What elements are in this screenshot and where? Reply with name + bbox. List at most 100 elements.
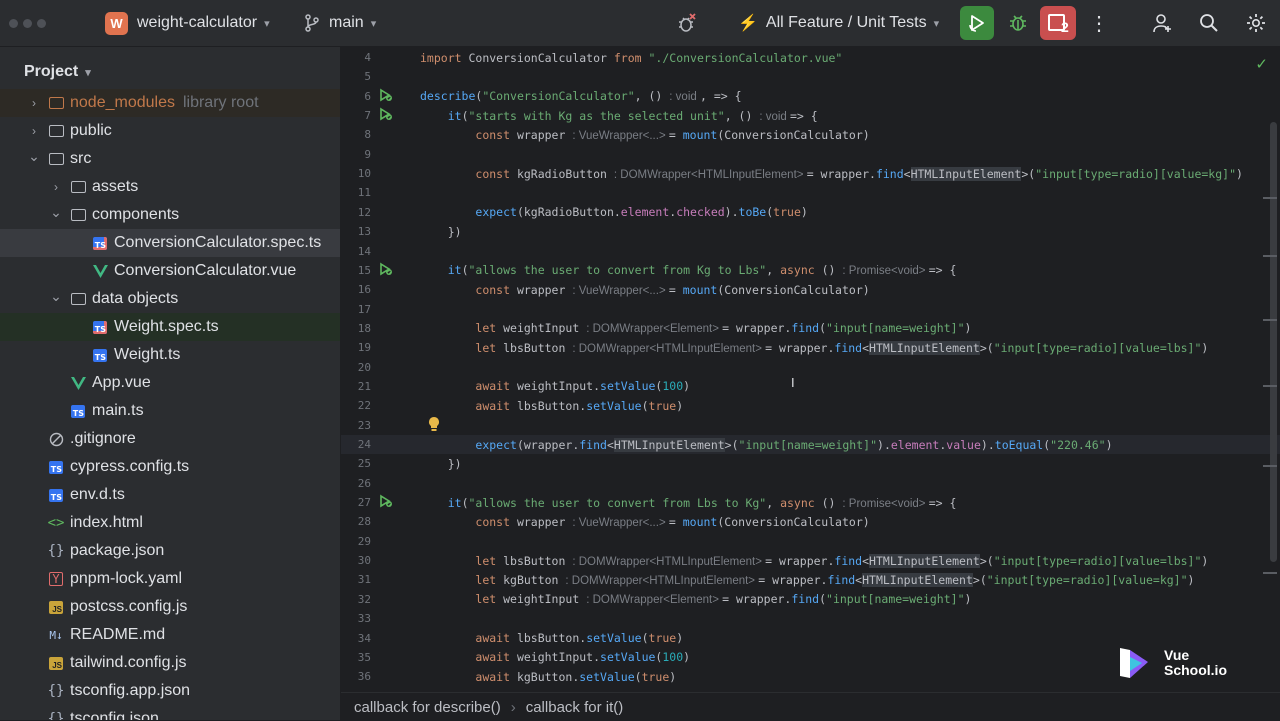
line-number[interactable]: 28 [341,515,371,528]
code-text[interactable]: const wrapper : VueWrapper<...> = mount(… [420,283,869,297]
line-number[interactable]: 12 [341,206,371,219]
add-user-icon[interactable] [1147,8,1177,38]
code-text[interactable]: describe("ConversionCalculator", () : vo… [420,89,742,103]
editor-scrollbar[interactable] [1270,122,1277,562]
code-text[interactable]: it("allows the user to convert from Lbs … [420,496,957,510]
tree-item[interactable]: Ypnpm-lock.yaml [0,565,340,593]
code-text[interactable]: await kgButton.setValue(true) [420,670,676,684]
tree-item[interactable]: › node_modules library root [0,89,340,117]
line-number[interactable]: 13 [341,225,371,238]
run-test-gutter-icon[interactable] [379,107,393,124]
line-number[interactable]: 26 [341,477,371,490]
line-number[interactable]: 18 [341,322,371,335]
tree-item[interactable]: TS Weight.ts [0,341,340,369]
line-number[interactable]: 31 [341,573,371,586]
run-button[interactable] [960,6,994,40]
run-configuration-selector[interactable]: ⚡ All Feature / Unit Tests ▾ [738,0,939,46]
tree-item[interactable]: JS postcss.config.js [0,593,340,621]
line-number[interactable]: 11 [341,186,371,199]
chevron-right-icon[interactable]: › [50,180,62,194]
project-selector[interactable]: W weight-calculator ▾ [105,0,270,46]
run-test-gutter-icon[interactable] [379,88,393,105]
line-number[interactable]: 17 [341,303,371,316]
line-number[interactable]: 35 [341,651,371,664]
tree-item[interactable]: TS env.d.ts [0,481,340,509]
code-editor[interactable]: 4 import ConversionCalculator from "./Con… [341,47,1280,692]
window-close-dot[interactable] [9,19,18,28]
settings-gear-icon[interactable] [1241,8,1271,38]
tree-item[interactable]: {} tsconfig.app.json [0,677,340,705]
line-number[interactable]: 34 [341,632,371,645]
debug-off-icon[interactable] [671,8,701,38]
problems-button[interactable]: 2 [1040,6,1076,40]
run-test-gutter-icon[interactable] [379,262,393,279]
line-number[interactable]: 33 [341,612,371,625]
window-zoom-dot[interactable] [37,19,46,28]
line-number[interactable]: 8 [341,128,371,141]
branch-selector[interactable]: main ▾ [304,0,376,46]
code-text[interactable]: let weightInput : DOMWrapper<Element> = … [420,321,971,335]
tree-item[interactable]: <> index.html [0,509,340,537]
tree-item[interactable]: › assets [0,173,340,201]
code-text[interactable]: await weightInput.setValue(100) [420,650,690,664]
code-text[interactable]: it("allows the user to convert from Kg t… [420,263,957,277]
code-text[interactable]: it("starts with Kg as the selected unit"… [420,109,818,123]
code-text[interactable]: }) [420,225,462,239]
tree-item[interactable]: TS main.ts [0,397,340,425]
line-number[interactable]: 21 [341,380,371,393]
line-number[interactable]: 30 [341,554,371,567]
chevron-right-icon[interactable]: › [28,96,40,110]
line-number[interactable]: 22 [341,399,371,412]
tree-item[interactable]: ⌄ components [0,201,340,229]
window-minimize-dot[interactable] [23,19,32,28]
chevron-down-icon[interactable]: ⌄ [28,148,40,165]
line-number[interactable]: 16 [341,283,371,296]
tree-item[interactable]: JS tailwind.config.js [0,649,340,677]
chevron-down-icon[interactable]: ⌄ [50,288,62,305]
tree-item[interactable]: › public [0,117,340,145]
breadcrumb-item-describe[interactable]: callback for describe() [354,699,501,716]
line-number[interactable]: 5 [341,70,371,83]
tree-item[interactable]: TS ConversionCalculator.spec.ts [0,229,340,257]
code-text[interactable]: await weightInput.setValue(100) [420,379,690,393]
line-number[interactable]: 29 [341,535,371,548]
chevron-down-icon[interactable]: ⌄ [50,204,62,221]
code-text[interactable]: let kgButton : DOMWrapper<HTMLInputEleme… [420,572,1194,587]
tree-item[interactable]: TS Weight.spec.ts [0,313,340,341]
line-number[interactable]: 36 [341,670,371,683]
line-number[interactable]: 32 [341,593,371,606]
code-text[interactable]: }) [420,457,462,471]
code-text[interactable]: import ConversionCalculator from "./Conv… [420,51,842,65]
code-text[interactable]: let lbsButton : DOMWrapper<HTMLInputElem… [420,553,1208,568]
line-number[interactable]: 15 [341,264,371,277]
tree-item[interactable]: ⌄ src [0,145,340,173]
tree-item[interactable]: ⌄ data objects [0,285,340,313]
debug-button[interactable] [1003,8,1033,38]
run-test-gutter-icon[interactable] [379,494,393,511]
tree-item[interactable]: TS cypress.config.ts [0,453,340,481]
line-number[interactable]: 4 [341,51,371,64]
tree-item[interactable]: .gitignore [0,425,340,453]
code-text[interactable]: await lbsButton.setValue(true) [420,631,683,645]
line-number[interactable]: 7 [341,109,371,122]
line-number[interactable]: 19 [341,341,371,354]
code-text[interactable]: expect(wrapper.find<HTMLInputElement>("i… [420,437,1113,452]
code-text[interactable]: expect(kgRadioButton.element.checked).to… [420,205,807,219]
line-number[interactable]: 25 [341,457,371,470]
chevron-right-icon[interactable]: › [28,124,40,138]
code-text[interactable]: let weightInput : DOMWrapper<Element> = … [420,592,971,606]
tree-item[interactable]: App.vue [0,369,340,397]
line-number[interactable]: 6 [341,90,371,103]
line-number[interactable]: 24 [341,438,371,451]
line-number[interactable]: 20 [341,361,371,374]
more-options-icon[interactable]: ⋮ [1084,8,1114,38]
breadcrumb-item-it[interactable]: callback for it() [526,699,624,716]
code-text[interactable]: await lbsButton.setValue(true) [420,399,683,413]
line-number[interactable]: 9 [341,148,371,161]
tree-item[interactable]: {} tsconfig.json [0,705,340,720]
line-number[interactable]: 14 [341,245,371,258]
tree-item[interactable]: ConversionCalculator.vue [0,257,340,285]
lightbulb-icon[interactable] [427,416,441,435]
code-text[interactable]: const wrapper : VueWrapper<...> = mount(… [420,515,869,529]
line-number[interactable]: 27 [341,496,371,509]
